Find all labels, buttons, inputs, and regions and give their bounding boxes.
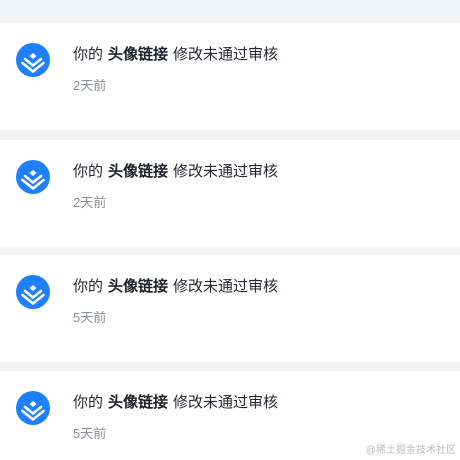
notification-time: 2天前 bbox=[73, 195, 107, 210]
notification-item[interactable]: 你的 头像链接 修改未通过审核 5天前 bbox=[0, 255, 460, 362]
message-highlight: 头像链接 bbox=[108, 278, 169, 295]
message-suffix: 修改未通过审核 bbox=[173, 163, 279, 180]
notification-item[interactable]: 你的 头像链接 修改未通过审核 2天前 bbox=[0, 23, 460, 130]
message-highlight: 头像链接 bbox=[108, 46, 169, 63]
notification-message: 你的 头像链接 修改未通过审核 bbox=[73, 45, 278, 65]
juejin-logo-icon[interactable] bbox=[16, 43, 50, 77]
message-highlight: 头像链接 bbox=[108, 394, 169, 411]
watermark: @稀土掘金技术社区 bbox=[365, 445, 456, 456]
message-prefix: 你的 bbox=[73, 278, 104, 295]
message-suffix: 修改未通过审核 bbox=[173, 394, 279, 411]
juejin-logo-icon[interactable] bbox=[16, 275, 50, 309]
notification-list: 你的 头像链接 修改未通过审核 2天前 你的 头像链接 修改未通过审核 2天前 你的 头像… bbox=[0, 0, 460, 460]
message-prefix: 你的 bbox=[73, 46, 104, 63]
juejin-logo-icon[interactable] bbox=[16, 391, 50, 425]
notification-item[interactable]: 你的 头像链接 修改未通过审核 2天前 bbox=[0, 140, 460, 247]
notification-time: 5天前 bbox=[73, 310, 107, 325]
notification-message: 你的 头像链接 修改未通过审核 bbox=[73, 162, 278, 182]
message-prefix: 你的 bbox=[73, 394, 104, 411]
notification-message: 你的 头像链接 修改未通过审核 bbox=[73, 277, 278, 297]
message-suffix: 修改未通过审核 bbox=[173, 278, 279, 295]
notification-time: 2天前 bbox=[73, 78, 107, 93]
juejin-logo-icon[interactable] bbox=[16, 160, 50, 194]
message-prefix: 你的 bbox=[73, 163, 104, 180]
message-suffix: 修改未通过审核 bbox=[173, 46, 279, 63]
notification-message: 你的 头像链接 修改未通过审核 bbox=[73, 393, 278, 413]
message-highlight: 头像链接 bbox=[108, 163, 169, 180]
notification-time: 5天前 bbox=[73, 426, 107, 441]
